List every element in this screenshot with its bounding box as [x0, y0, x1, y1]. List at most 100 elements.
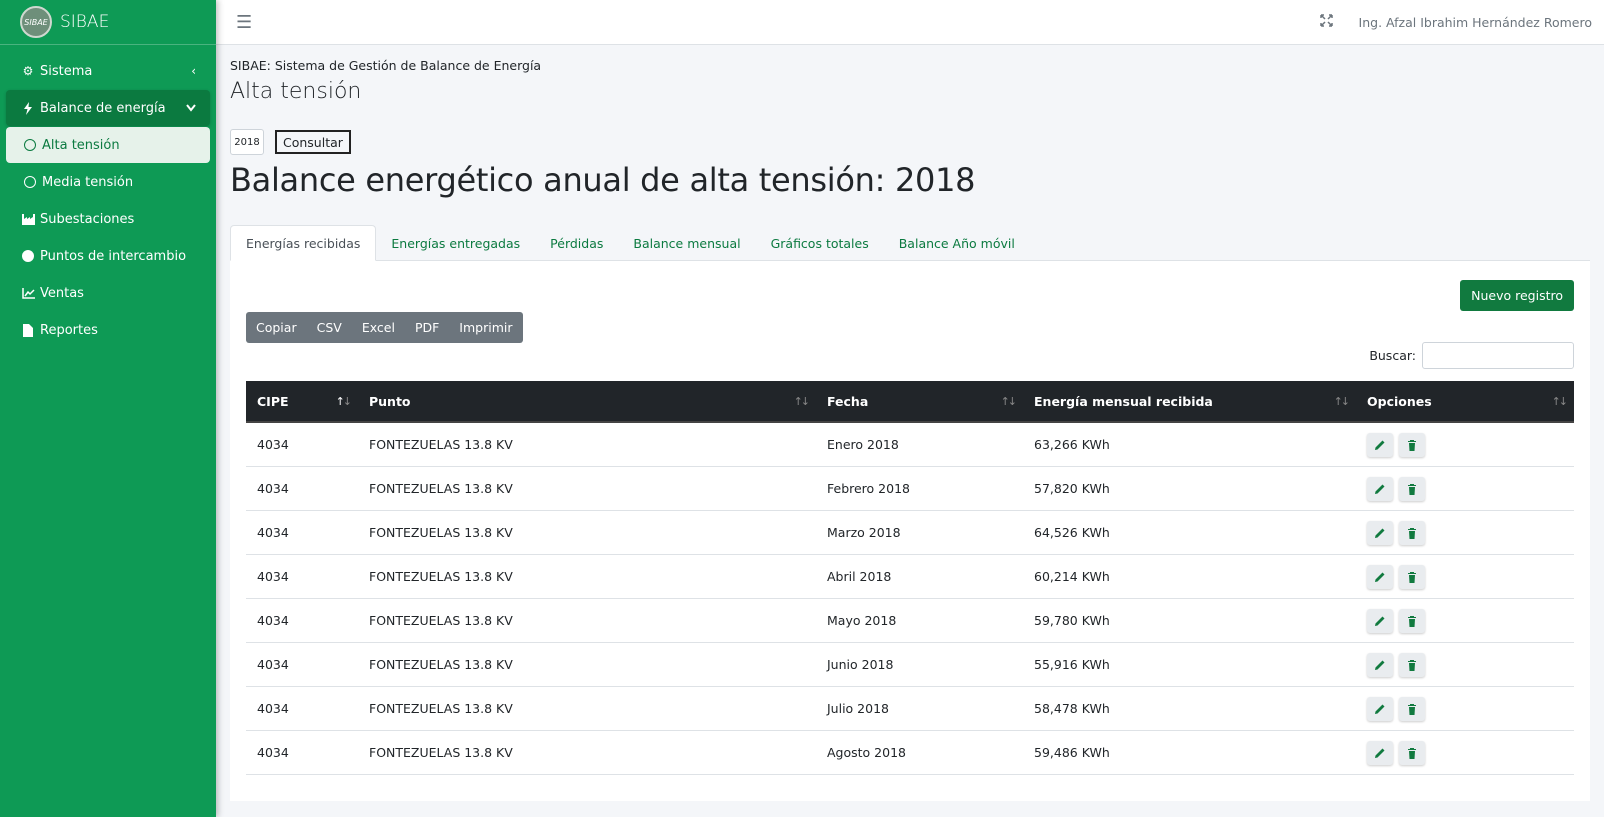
column-header-label: Opciones [1367, 393, 1432, 409]
cell-fecha: Marzo 2018 [827, 525, 901, 540]
tab-perdidas[interactable]: Pérdidas [535, 225, 618, 261]
pdf-button[interactable]: PDF [405, 312, 449, 343]
search-input[interactable] [1422, 342, 1574, 369]
cell-punto: FONTEZUELAS 13.8 KV [369, 437, 513, 452]
export-buttons: Copiar CSV Excel PDF Imprimir [246, 312, 523, 343]
cell-energia: 59,486 KWh [1034, 745, 1110, 760]
sidebar-item-sistema[interactable]: ⚙ Sistema ‹ [6, 53, 210, 89]
table-header: CIPE ↑↓ Punto ↑↓ Fecha ↑↓ Energía mensua… [246, 381, 1574, 423]
trash-icon[interactable] [1399, 520, 1425, 545]
edit-icon[interactable] [1367, 476, 1393, 501]
sort-icon: ↑↓ [1000, 394, 1018, 408]
cell-fecha: Abril 2018 [827, 569, 892, 584]
tab-balance-mensual[interactable]: Balance mensual [618, 225, 755, 261]
new-record-button[interactable]: Nuevo registro [1460, 280, 1574, 311]
sidebar-submenu: Alta tensión Media tensión [6, 127, 210, 200]
trash-icon[interactable] [1399, 696, 1425, 721]
tab-balance-ano-movil[interactable]: Balance Año móvil [884, 225, 1030, 261]
copy-button[interactable]: Copiar [246, 312, 307, 343]
tab-energias-recibidas[interactable]: Energías recibidas [230, 225, 377, 261]
sidebar-item-label: Puntos de intercambio [40, 248, 187, 264]
print-button[interactable]: Imprimir [449, 312, 522, 343]
trash-icon[interactable] [1399, 652, 1425, 677]
edit-icon[interactable] [1367, 432, 1393, 457]
trash-icon[interactable] [1399, 608, 1425, 633]
edit-icon[interactable] [1367, 564, 1393, 589]
sidebar-item-media-tension[interactable]: Media tensión [6, 164, 210, 200]
column-header-punto[interactable]: Punto ↑↓ [358, 381, 816, 421]
sidebar-item-label: Sistema [40, 63, 93, 79]
cell-cipe: 4034 [257, 745, 289, 760]
sidebar-item-label: Ventas [40, 285, 84, 301]
edit-icon[interactable] [1367, 740, 1393, 765]
cell-energia: 57,820 KWh [1034, 481, 1110, 496]
year-input[interactable]: 2018 [230, 129, 264, 155]
cell-energia: 55,916 KWh [1034, 657, 1110, 672]
user-name[interactable]: Ing. Afzal Ibrahim Hernández Romero [1359, 15, 1592, 30]
csv-button[interactable]: CSV [307, 312, 352, 343]
sidebar-item-reportes[interactable]: Reportes [6, 312, 210, 348]
cell-energia: 59,780 KWh [1034, 613, 1110, 628]
data-table: CIPE ↑↓ Punto ↑↓ Fecha ↑↓ Energía mensua… [246, 381, 1574, 775]
trash-icon[interactable] [1399, 476, 1425, 501]
column-header-energia[interactable]: Energía mensual recibida ↑↓ [1023, 381, 1356, 421]
trash-icon[interactable] [1399, 564, 1425, 589]
sidebar: SIBAE SIBAE ⚙ Sistema ‹ Balance de energ… [0, 0, 216, 817]
column-header-cipe[interactable]: CIPE ↑↓ [246, 381, 358, 421]
cell-fecha: Julio 2018 [827, 701, 889, 716]
cell-cipe: 4034 [257, 525, 289, 540]
edit-icon[interactable] [1367, 652, 1393, 677]
cell-cipe: 4034 [257, 481, 289, 496]
cell-energia: 64,526 KWh [1034, 525, 1110, 540]
brand[interactable]: SIBAE SIBAE [0, 0, 216, 45]
table-row: 4034 FONTEZUELAS 13.8 KV Abril 2018 60,214 … [246, 555, 1574, 599]
cell-energia: 60,214 KWh [1034, 569, 1110, 584]
edit-icon[interactable] [1367, 608, 1393, 633]
sidebar-item-balance-de-energia[interactable]: Balance de energía [6, 90, 210, 126]
sidebar-item-label: Reportes [40, 322, 98, 338]
column-header-label: Energía mensual recibida [1034, 393, 1213, 409]
industry-icon [20, 213, 36, 225]
trash-icon[interactable] [1399, 740, 1425, 765]
cell-punto: FONTEZUELAS 13.8 KV [369, 745, 513, 760]
table-row: 4034 FONTEZUELAS 13.8 KV Febrero 2018 57,82… [246, 467, 1574, 511]
edit-icon[interactable] [1367, 696, 1393, 721]
trash-icon[interactable] [1399, 432, 1425, 457]
search: Buscar: [1369, 342, 1574, 369]
cell-punto: FONTEZUELAS 13.8 KV [369, 701, 513, 716]
edit-icon[interactable] [1367, 520, 1393, 545]
tab-panel: Nuevo registro Copiar CSV Excel PDF Impr… [230, 261, 1590, 801]
cell-fecha: Enero 2018 [827, 437, 899, 452]
cell-punto: FONTEZUELAS 13.8 KV [369, 569, 513, 584]
fullscreen-icon[interactable] [1319, 13, 1333, 31]
sort-asc-icon: ↑↓ [335, 394, 353, 408]
table-body: 4034 FONTEZUELAS 13.8 KV Enero 2018 63,266 … [246, 423, 1574, 775]
cell-punto: FONTEZUELAS 13.8 KV [369, 657, 513, 672]
excel-button[interactable]: Excel [352, 312, 405, 343]
cell-punto: FONTEZUELAS 13.8 KV [369, 525, 513, 540]
sort-icon: ↑↓ [1551, 394, 1569, 408]
tabs: Energías recibidas Energías entregadas P… [230, 225, 1590, 261]
sidebar-item-ventas[interactable]: Ventas [6, 275, 210, 311]
tab-graficos-totales[interactable]: Gráficos totales [756, 225, 884, 261]
topbar: ☰ Ing. Afzal Ibrahim Hernández Romero [216, 0, 1604, 45]
sidebar-nav: ⚙ Sistema ‹ Balance de energía Alta tens… [0, 45, 216, 357]
cell-cipe: 4034 [257, 613, 289, 628]
chart-line-icon [20, 287, 36, 299]
consultar-button[interactable]: Consultar [275, 130, 351, 154]
tab-energias-entregadas[interactable]: Energías entregadas [376, 225, 535, 261]
cell-fecha: Mayo 2018 [827, 613, 897, 628]
sidebar-item-puntos-de-intercambio[interactable]: Puntos de intercambio [6, 238, 210, 274]
cell-punto: FONTEZUELAS 13.8 KV [369, 481, 513, 496]
column-header-label: Fecha [827, 393, 869, 409]
hamburger-menu-icon[interactable]: ☰ [236, 12, 252, 33]
sidebar-item-subestaciones[interactable]: Subestaciones [6, 201, 210, 237]
column-header-fecha[interactable]: Fecha ↑↓ [816, 381, 1023, 421]
sort-icon: ↑↓ [793, 394, 811, 408]
sidebar-item-alta-tension[interactable]: Alta tensión [6, 127, 210, 163]
table-row: 4034 FONTEZUELAS 13.8 KV Junio 2018 55,916 … [246, 643, 1574, 687]
table-row: 4034 FONTEZUELAS 13.8 KV Agosto 2018 59,486… [246, 731, 1574, 775]
column-header-opciones[interactable]: Opciones ↑↓ [1356, 381, 1574, 421]
cell-cipe: 4034 [257, 569, 289, 584]
cell-opciones [1356, 423, 1574, 466]
